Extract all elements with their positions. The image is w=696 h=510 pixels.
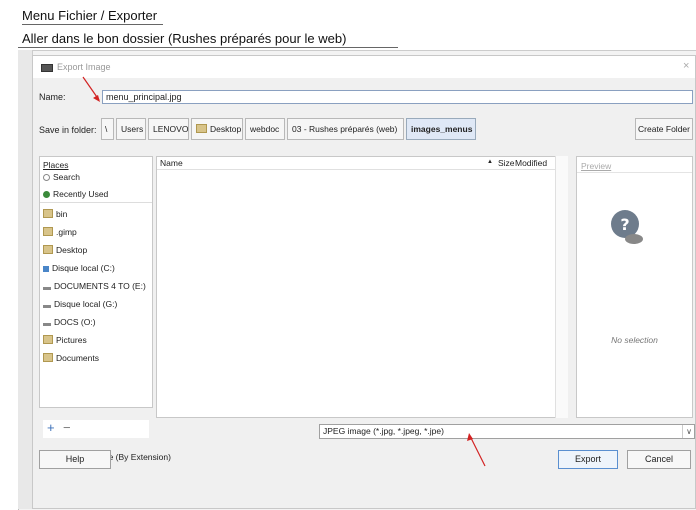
annotation-arrows xyxy=(82,76,486,467)
annotation-arrow-to-file-type xyxy=(469,435,486,467)
annotation-arrowhead-name xyxy=(93,95,100,102)
